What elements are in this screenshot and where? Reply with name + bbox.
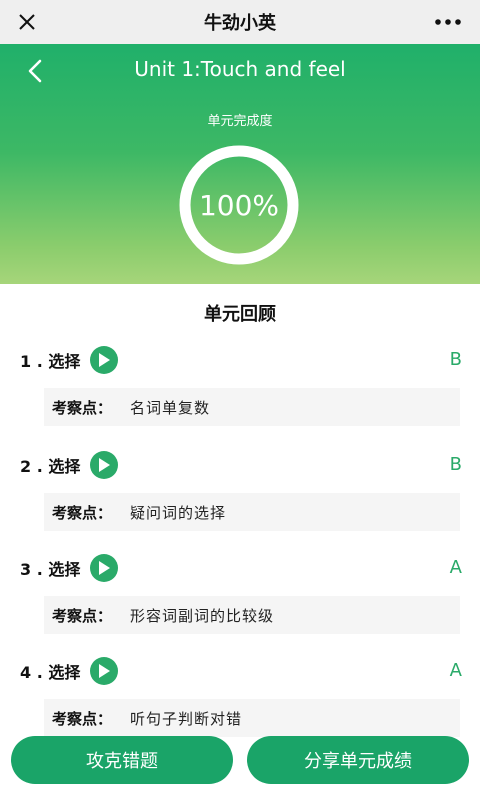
- point-value: 名词单复数: [130, 398, 211, 417]
- unit-header: Unit 1:Touch and feel 单元完成度 100%: [0, 44, 480, 284]
- question-answer: A: [449, 557, 462, 578]
- unit-title: Unit 1:Touch and feel: [134, 57, 346, 81]
- play-icon: [99, 353, 111, 367]
- back-button[interactable]: [20, 56, 50, 86]
- question-answer: B: [449, 454, 462, 475]
- back-arrow-icon: [28, 59, 42, 83]
- point-label: 考察点：: [52, 606, 113, 625]
- play-icon: [99, 561, 111, 575]
- question-number: 2 . 选择: [20, 457, 81, 476]
- question-point: 考察点： 听句子判断对错: [44, 699, 460, 737]
- point-label: 考察点：: [52, 709, 113, 728]
- review-mistakes-button[interactable]: 攻克错题: [11, 736, 233, 784]
- point-label: 考察点：: [52, 503, 113, 522]
- question-point: 考察点： 疑问词的选择: [44, 493, 460, 531]
- close-icon: [19, 14, 35, 30]
- more-button[interactable]: [430, 7, 466, 37]
- question-answer: A: [449, 660, 462, 681]
- point-label: 考察点：: [52, 398, 113, 417]
- point-value: 听句子判断对错: [130, 709, 243, 728]
- question-number: 4 . 选择: [20, 663, 81, 682]
- point-value: 疑问词的选择: [130, 503, 227, 522]
- top-bar: 牛劲小英: [0, 0, 480, 44]
- question-number: 3 . 选择: [20, 560, 81, 579]
- review-title: 单元回顾: [204, 304, 276, 325]
- question-point: 考察点： 形容词副词的比较级: [44, 596, 460, 634]
- more-icon: [435, 19, 461, 25]
- play-icon: [99, 458, 111, 472]
- question-point: 考察点： 名词单复数: [44, 388, 460, 426]
- completion-label: 单元完成度: [207, 114, 273, 129]
- point-value: 形容词副词的比较级: [130, 606, 275, 625]
- completion-percent: 100%: [198, 188, 280, 222]
- share-score-button[interactable]: 分享单元成绩: [247, 736, 469, 784]
- play-button[interactable]: [90, 554, 119, 582]
- play-button[interactable]: [90, 451, 119, 479]
- question-answer: B: [449, 349, 462, 370]
- play-icon: [99, 664, 111, 678]
- close-button[interactable]: [12, 7, 42, 37]
- question-number: 1 . 选择: [20, 352, 81, 371]
- app-title: 牛劲小英: [204, 13, 276, 34]
- play-button[interactable]: [90, 346, 119, 374]
- play-button[interactable]: [90, 657, 119, 685]
